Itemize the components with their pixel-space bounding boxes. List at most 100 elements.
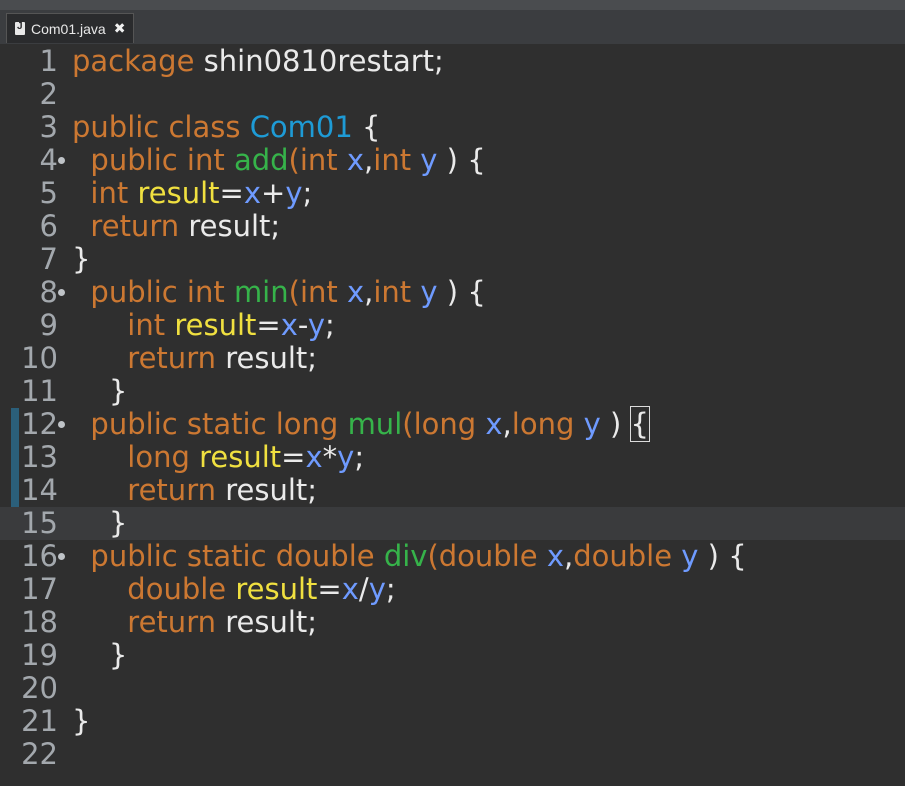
code-line[interactable]: 13 long result=x*y;: [0, 441, 905, 474]
code-text: public static long mul(long x,long y ) {: [72, 406, 650, 442]
code-token: (int: [288, 275, 347, 309]
code-token: result;: [225, 473, 318, 507]
code-line[interactable]: 4 public int add(int x,int y ) {: [0, 144, 905, 177]
code-line[interactable]: 12 public static long mul(long x,long y …: [0, 406, 905, 442]
code-token: package: [72, 44, 204, 78]
code-token: }: [72, 506, 128, 540]
line-number: 13: [21, 440, 58, 474]
editor-window: Com01.java ✖ 1 package shin0810restart; 23…: [0, 0, 905, 786]
code-token: return: [72, 605, 226, 639]
code-line[interactable]: 18 return result;: [0, 606, 905, 639]
line-number: 19: [21, 638, 58, 672]
code-line[interactable]: 11 }: [0, 375, 905, 408]
code-token: ,: [364, 143, 374, 177]
code-token: }: [72, 374, 128, 408]
line-number: 16: [21, 539, 58, 573]
code-line[interactable]: 14 return result;: [0, 474, 905, 507]
code-token: public static long: [72, 407, 348, 441]
code-line[interactable]: 21}: [0, 705, 905, 738]
line-number: 10: [21, 341, 58, 375]
line-number: 17: [21, 572, 58, 606]
code-line[interactable]: 2: [0, 78, 905, 111]
line-number: 6: [39, 209, 58, 243]
code-editor[interactable]: 1 package shin0810restart; 2 3 public class …: [0, 44, 905, 786]
code-token: x: [341, 572, 359, 606]
code-token: result: [235, 572, 318, 606]
tab-bar-strip: [0, 0, 905, 10]
code-token: result: [199, 440, 282, 474]
code-line[interactable]: 3 public class Com01 {: [0, 111, 905, 144]
code-token: public class: [72, 110, 250, 144]
fold-toggle-icon[interactable]: [58, 289, 65, 296]
code-text: return result;: [72, 210, 280, 243]
code-token: result;: [225, 605, 318, 639]
line-number: 4: [39, 143, 58, 177]
fold-toggle-icon[interactable]: [58, 421, 65, 428]
line-number: 22: [21, 737, 58, 771]
code-token: ) {: [698, 539, 747, 573]
code-token: y: [681, 539, 699, 573]
code-text: }: [72, 705, 90, 738]
code-token: return: [72, 209, 189, 243]
code-line[interactable]: 9 int result=x-y;: [0, 309, 905, 342]
code-token: x: [305, 440, 323, 474]
code-token: (int: [288, 143, 347, 177]
code-line[interactable]: 17 double result=x/y;: [0, 573, 905, 606]
code-token: double: [573, 539, 682, 573]
tab-com01-java[interactable]: Com01.java ✖: [6, 13, 134, 43]
line-number: 9: [39, 308, 58, 342]
code-line[interactable]: 8 public int min(int x,int y ) {: [0, 276, 905, 309]
line-number: 2: [39, 77, 58, 111]
code-line[interactable]: 20: [0, 672, 905, 705]
code-token: public int: [72, 275, 234, 309]
code-line[interactable]: 1 package shin0810restart;: [0, 45, 905, 78]
code-token: x: [346, 143, 365, 177]
fold-toggle-icon[interactable]: [58, 553, 65, 560]
code-token: double: [72, 572, 236, 606]
code-token: x: [346, 275, 365, 309]
code-token: -: [297, 308, 308, 342]
close-tab-icon[interactable]: ✖: [114, 20, 126, 37]
code-token: ): [600, 407, 631, 441]
code-token: div: [383, 539, 428, 573]
code-token: add: [233, 143, 289, 177]
code-token: x: [485, 407, 503, 441]
code-text: int result=x+y;: [72, 177, 312, 210]
code-text: double result=x/y;: [72, 572, 396, 606]
code-line[interactable]: 22: [0, 738, 905, 771]
code-line[interactable]: 5 int result=x+y;: [0, 177, 905, 210]
code-line[interactable]: 10 return result;: [0, 342, 905, 375]
code-token: ;: [354, 440, 365, 474]
current-code-line[interactable]: 15 }: [0, 507, 905, 540]
code-token: int: [373, 143, 421, 177]
code-token: int: [72, 176, 138, 210]
code-token: =: [219, 176, 244, 210]
code-token: (double: [427, 539, 547, 573]
code-token: (long: [402, 407, 486, 441]
code-token: y: [368, 572, 386, 606]
code-text: long result=x*y;: [72, 441, 364, 474]
line-number: 20: [21, 671, 58, 705]
code-token: =: [256, 308, 281, 342]
code-token: ,: [364, 275, 374, 309]
code-token: int: [373, 275, 421, 309]
line-number: 7: [39, 242, 58, 276]
code-token: x: [546, 539, 564, 573]
code-text: }: [72, 639, 127, 672]
code-text: int result=x-y;: [72, 309, 335, 342]
code-token: ;: [325, 308, 335, 342]
code-line[interactable]: 16 public static double div(double x,dou…: [0, 540, 905, 573]
code-token: long: [72, 440, 200, 474]
code-token: long: [511, 407, 584, 441]
code-text: }: [72, 243, 90, 276]
code-line[interactable]: 7}: [0, 243, 905, 276]
code-line[interactable]: 6 return result;: [0, 210, 905, 243]
code-line[interactable]: 19 }: [0, 639, 905, 672]
code-token: public int: [72, 143, 234, 177]
line-number: 21: [21, 704, 58, 738]
fold-toggle-icon[interactable]: [58, 157, 65, 164]
code-token: /: [358, 572, 369, 606]
code-token: ;: [385, 572, 396, 606]
line-number: 8: [39, 275, 58, 309]
code-token: y: [307, 308, 326, 342]
